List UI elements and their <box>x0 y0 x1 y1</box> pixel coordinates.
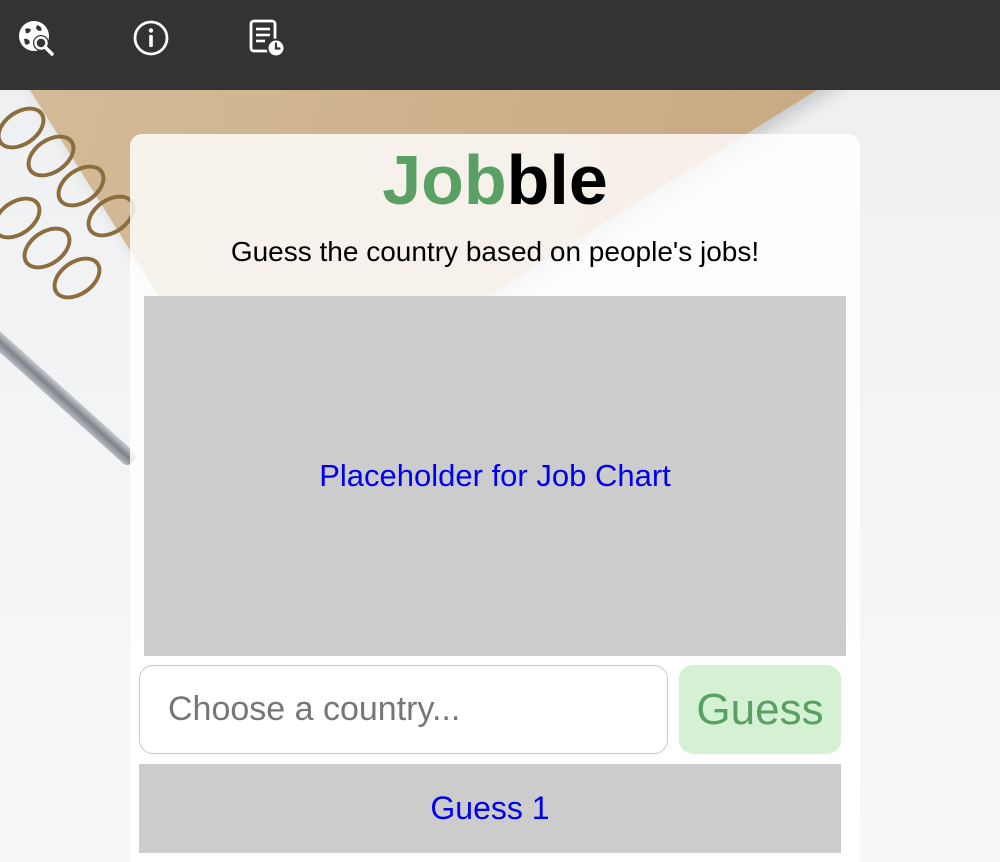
globe-search-icon[interactable] <box>16 18 56 58</box>
top-nav-bar <box>0 0 1000 90</box>
pen-image <box>0 295 139 468</box>
guess-slot-label: Guess 1 <box>430 790 550 826</box>
guess-slot: Guess 1 <box>139 764 841 853</box>
job-chart-placeholder: Placeholder for Job Chart <box>144 296 846 656</box>
history-list-icon[interactable] <box>247 18 287 58</box>
job-chart-placeholder-text: Placeholder for Job Chart <box>319 458 671 493</box>
app-subtitle: Guess the country based on people's jobs… <box>230 236 760 267</box>
app-title: Jobble <box>130 142 860 218</box>
guess-button[interactable]: Guess <box>679 665 841 754</box>
country-input[interactable] <box>139 665 668 754</box>
title-rest: ble <box>506 141 608 219</box>
title-highlight: Job <box>382 141 507 219</box>
game-card: Jobble Guess the country based on people… <box>130 134 860 862</box>
info-icon[interactable] <box>131 18 171 58</box>
